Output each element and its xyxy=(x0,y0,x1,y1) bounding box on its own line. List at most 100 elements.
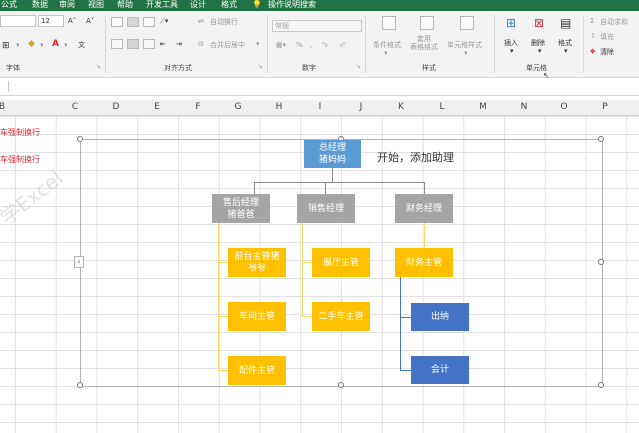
column-header-h[interactable]: H xyxy=(259,100,299,115)
column-header-k[interactable]: K xyxy=(381,100,421,115)
column-header-d[interactable]: D xyxy=(96,100,136,115)
wrap-text-button[interactable]: 自动换行 xyxy=(210,17,238,27)
group-divider xyxy=(365,15,366,73)
tab-developer[interactable]: 开发工具 xyxy=(146,0,178,11)
tab-review[interactable]: 审阅 xyxy=(59,0,75,11)
connector-line xyxy=(400,317,411,318)
indent-decrease-icon[interactable]: ⇤ xyxy=(160,40,166,48)
resize-handle-bottom-left[interactable] xyxy=(77,382,83,388)
font-color-icon[interactable]: A xyxy=(52,39,59,49)
resize-handle-top-left[interactable] xyxy=(77,136,83,142)
fill-button[interactable]: 填充 xyxy=(600,32,614,42)
border-icon[interactable]: ⊞ xyxy=(2,41,10,51)
tab-help[interactable]: 帮助 xyxy=(117,0,133,11)
increase-font-icon[interactable]: A˄ xyxy=(68,17,76,25)
percent-icon[interactable]: % xyxy=(296,41,303,49)
dropdown-arrow-icon[interactable]: ▾ xyxy=(564,47,568,55)
align-right-icon[interactable] xyxy=(143,39,155,49)
align-left-icon[interactable] xyxy=(111,39,123,49)
orientation-icon[interactable]: ⟋▾ xyxy=(160,17,168,26)
column-header-f[interactable]: F xyxy=(178,100,218,115)
group-divider xyxy=(267,15,268,73)
column-header-b[interactable]: B xyxy=(0,100,22,115)
cell-b2[interactable]: 车强制换行 xyxy=(0,154,40,165)
decrease-decimal-icon[interactable]: ₀⁰ xyxy=(340,41,346,49)
column-header-n[interactable]: N xyxy=(504,100,544,115)
column-header-o[interactable]: O xyxy=(544,100,584,115)
dropdown-arrow-icon[interactable]: ▾ xyxy=(16,41,20,49)
formula-bar[interactable] xyxy=(0,78,639,96)
currency-icon[interactable]: ▦▾ xyxy=(276,41,286,49)
tab-design[interactable]: 设计 xyxy=(190,0,206,11)
alignment-launcher-icon[interactable]: ↘ xyxy=(258,63,263,70)
column-header-j[interactable]: J xyxy=(341,100,381,115)
resize-handle-bottom-right[interactable] xyxy=(598,382,604,388)
decrease-font-icon[interactable]: A˅ xyxy=(86,17,94,25)
clear-button[interactable]: 清除 xyxy=(600,47,614,57)
dropdown-arrow-icon[interactable]: ▾ xyxy=(464,49,468,57)
table-format-icon xyxy=(420,16,434,30)
org-node-finance-supervisor[interactable]: 财务主管 xyxy=(395,248,453,277)
dropdown-arrow-icon[interactable]: ▾ xyxy=(256,40,260,48)
autosum-button[interactable]: 自动求和 xyxy=(600,17,628,27)
connector-line xyxy=(218,223,219,371)
org-node-accountant[interactable]: 会计 xyxy=(411,356,469,384)
align-top-icon[interactable] xyxy=(111,17,123,27)
dropdown-arrow-icon[interactable]: ▾ xyxy=(510,47,514,55)
merge-center-button[interactable]: 合并后居中 xyxy=(210,40,245,50)
dropdown-arrow-icon[interactable]: ▾ xyxy=(40,41,44,49)
number-launcher-icon[interactable]: ↘ xyxy=(356,63,361,70)
column-header-g[interactable]: G xyxy=(218,100,258,115)
group-divider xyxy=(583,15,584,73)
org-node-finance-manager[interactable]: 财务经理 xyxy=(395,194,453,223)
tell-me-search[interactable]: 操作说明搜索 xyxy=(268,0,316,11)
phonetic-icon[interactable]: 文 xyxy=(78,40,85,50)
column-header-c[interactable]: C xyxy=(55,100,95,115)
font-name-dropdown[interactable] xyxy=(0,15,36,27)
align-bottom-icon[interactable] xyxy=(143,17,155,27)
tab-formulas[interactable]: 公式 xyxy=(1,0,17,11)
tab-format[interactable]: 格式 xyxy=(221,0,237,11)
table-format-button[interactable]: 套用 表格格式 xyxy=(410,35,438,51)
column-header-m[interactable]: M xyxy=(463,100,503,115)
font-size-dropdown[interactable]: 12 xyxy=(38,15,64,27)
increase-decimal-icon[interactable]: ⁰₀ xyxy=(322,41,328,49)
org-node-workshop-supervisor[interactable]: 车间主管 xyxy=(228,302,286,331)
align-center-icon[interactable] xyxy=(127,39,139,49)
column-header-i[interactable]: I xyxy=(300,100,340,115)
fill-color-icon[interactable]: ◆ xyxy=(28,39,35,49)
column-header-e[interactable]: E xyxy=(137,100,177,115)
connector-line xyxy=(302,262,312,263)
connector-line xyxy=(218,262,228,263)
number-format-dropdown[interactable]: 常规 xyxy=(272,20,362,32)
resize-handle-right[interactable] xyxy=(598,259,604,265)
org-node-aftersales-manager[interactable]: 售后经理 猪爸爸 xyxy=(212,194,270,223)
dropdown-arrow-icon[interactable]: ▾ xyxy=(64,41,68,49)
column-header-l[interactable]: L xyxy=(422,100,462,115)
resize-handle-top-right[interactable] xyxy=(598,136,604,142)
dropdown-arrow-icon[interactable]: ▾ xyxy=(384,49,388,57)
cell-b1[interactable]: 车强制换行 xyxy=(0,127,40,138)
org-node-used-car-supervisor[interactable]: 二手车主管 xyxy=(312,302,370,331)
column-header-p[interactable]: P xyxy=(585,100,625,115)
indent-increase-icon[interactable]: ⇥ xyxy=(176,40,182,48)
org-node-ceo[interactable]: 总经理 猪妈妈 xyxy=(304,140,361,168)
dropdown-arrow-icon[interactable]: ▾ xyxy=(538,47,542,55)
tab-data[interactable]: 数据 xyxy=(32,0,48,11)
connector-line xyxy=(254,182,255,194)
align-middle-icon[interactable] xyxy=(127,17,139,27)
connector-line xyxy=(400,277,401,371)
org-node-reception-supervisor[interactable]: 前台主管猪 爷爷 xyxy=(228,248,286,277)
text-pane-toggle[interactable]: ‹ xyxy=(74,256,84,268)
org-node-showroom-supervisor[interactable]: 展厅主管 xyxy=(312,248,370,277)
org-node-cashier[interactable]: 出纳 xyxy=(411,303,469,331)
resize-handle-bottom[interactable] xyxy=(338,382,344,388)
org-node-sales-manager[interactable]: 销售经理 xyxy=(297,194,355,223)
connector-line xyxy=(424,223,425,249)
connector-line xyxy=(218,316,228,317)
tab-view[interactable]: 视图 xyxy=(88,0,104,11)
comma-icon[interactable]: , xyxy=(310,41,312,49)
font-launcher-icon[interactable]: ↘ xyxy=(96,63,101,70)
org-node-parts-supervisor[interactable]: 配件主管 xyxy=(228,356,286,385)
ribbon-tab-bar: 公式 数据 审阅 视图 帮助 开发工具 设计 格式 💡 操作说明搜索 xyxy=(0,0,639,11)
